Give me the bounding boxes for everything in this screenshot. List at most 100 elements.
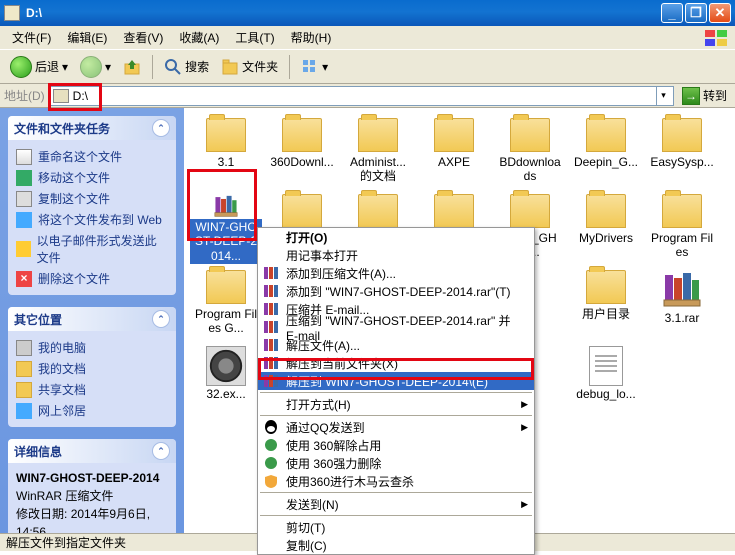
sidebar: 文件和文件夹任务 ⌃ 重命名这个文件 移动这个文件 复制这个文件 将这个文件发布… [0, 108, 184, 533]
task-move[interactable]: 移动这个文件 [16, 167, 168, 188]
back-button[interactable]: 后退 ▾ [6, 53, 72, 81]
panel-title: 其它位置 [14, 311, 62, 328]
folder-item[interactable]: AXPE [416, 116, 492, 190]
menu-360-trojan[interactable]: 使用360进行木马云查杀 [258, 472, 534, 490]
menu-360-force-delete[interactable]: 使用 360强力删除 [258, 454, 534, 472]
folder-item[interactable]: EasySysp... [644, 116, 720, 190]
file-item-selected-rar[interactable]: WIN7-GHOST-DEEP-2014... [188, 192, 264, 266]
views-icon [301, 58, 319, 76]
address-dropdown-icon[interactable]: ▾ [656, 87, 670, 105]
menu-qq-send[interactable]: 通过QQ发送到▶ [258, 418, 534, 436]
search-icon [164, 58, 182, 76]
network-icon [16, 403, 32, 419]
folder-up-icon [123, 58, 141, 76]
search-label: 搜索 [185, 58, 209, 75]
menu-extract-files[interactable]: 解压文件(A)... [258, 336, 534, 354]
360-shield-icon [262, 473, 280, 489]
rar-icon [262, 337, 280, 353]
menu-extract-here[interactable]: 解压到当前文件夹(X) [258, 354, 534, 372]
drive-icon [4, 5, 20, 21]
menu-file[interactable]: 文件(F) [4, 26, 59, 49]
task-rename[interactable]: 重命名这个文件 [16, 146, 168, 167]
menu-extract-to-named[interactable]: 解压到 WIN7-GHOST-DEEP-2014\(E) [258, 372, 534, 390]
delete-icon: × [16, 271, 32, 287]
rar-icon [262, 355, 280, 371]
address-bar: 地址(D) D:\ ▾ → 转到 [0, 84, 735, 108]
collapse-icon[interactable]: ⌃ [152, 310, 170, 328]
menu-copy[interactable]: 复制(C) [258, 536, 534, 554]
folder-item[interactable]: Program Files [644, 192, 720, 266]
menu-360-unlock[interactable]: 使用 360解除占用 [258, 436, 534, 454]
maximize-button[interactable]: ❐ [685, 3, 707, 23]
folder-icon [586, 270, 626, 304]
folders-button[interactable]: 文件夹 [217, 55, 282, 79]
text-file-icon [589, 346, 623, 386]
address-field[interactable]: D:\ ▾ [49, 86, 674, 106]
dropdown-caret-icon: ▾ [105, 60, 111, 74]
up-button[interactable] [119, 55, 145, 79]
toolbar: 后退 ▾ ▾ 搜索 文件夹 ▾ [0, 50, 735, 84]
folder-item[interactable]: Deepin_G... [568, 116, 644, 190]
go-button[interactable]: → 转到 [678, 87, 731, 105]
detail-filename: WIN7-GHOST-DEEP-2014 [16, 469, 168, 487]
details-panel: 详细信息 ⌃ WIN7-GHOST-DEEP-2014 WinRAR 压缩文件 … [8, 439, 176, 533]
close-button[interactable]: ✕ [709, 3, 731, 23]
go-label: 转到 [703, 87, 727, 104]
folder-item[interactable]: BDdownloads [492, 116, 568, 190]
folder-icon [662, 194, 702, 228]
windows-flag-icon [703, 28, 731, 48]
place-mycomputer[interactable]: 我的电脑 [16, 337, 168, 358]
folder-icon [586, 194, 626, 228]
minimize-button[interactable]: _ [661, 3, 683, 23]
file-item-exe[interactable]: 32.ex... [188, 344, 264, 418]
task-email[interactable]: 以电子邮件形式发送此文件 [16, 230, 168, 268]
collapse-icon[interactable]: ⌃ [152, 119, 170, 137]
folder-item[interactable]: 360Downl... [264, 116, 340, 190]
submenu-arrow-icon: ▶ [521, 399, 528, 410]
folder-icon [358, 118, 398, 152]
window-title: D:\ [26, 6, 661, 20]
folder-item[interactable]: Program Files G... [188, 268, 264, 342]
task-delete[interactable]: ×删除这个文件 [16, 268, 168, 289]
folder-icon [510, 194, 550, 228]
folder-item[interactable]: 3.1 [188, 116, 264, 190]
place-shared[interactable]: 共享文档 [16, 379, 168, 400]
menu-send-to[interactable]: 发送到(N)▶ [258, 495, 534, 513]
folder-item[interactable]: MyDrivers [568, 192, 644, 266]
menu-open[interactable]: 打开(O) [258, 228, 534, 246]
menu-edit[interactable]: 编辑(E) [59, 26, 115, 49]
menu-add-archive[interactable]: 添加到压缩文件(A)... [258, 264, 534, 282]
drive-icon [53, 89, 69, 103]
window-titlebar: D:\ _ ❐ ✕ [0, 0, 735, 26]
place-network[interactable]: 网上邻居 [16, 400, 168, 421]
detail-modified: 修改日期: 2014年9月6日, 14:56 [16, 505, 168, 533]
forward-button[interactable]: ▾ [76, 53, 115, 81]
menu-cut[interactable]: 剪切(T) [258, 518, 534, 536]
menu-open-with[interactable]: 打开方式(H)▶ [258, 395, 534, 413]
menu-add-to-named[interactable]: 添加到 "WIN7-GHOST-DEEP-2014.rar"(T) [258, 282, 534, 300]
views-button[interactable]: ▾ [297, 55, 332, 79]
menu-tools[interactable]: 工具(T) [227, 26, 282, 49]
folder-item[interactable]: Administ... 的文档 [340, 116, 416, 190]
folder-item[interactable]: 3.1.rar [644, 268, 720, 342]
back-icon [10, 56, 32, 78]
search-button[interactable]: 搜索 [160, 55, 213, 79]
qq-icon [262, 419, 280, 435]
menu-view[interactable]: 查看(V) [115, 26, 171, 49]
detail-filetype: WinRAR 压缩文件 [16, 487, 168, 505]
menu-help[interactable]: 帮助(H) [283, 26, 340, 49]
rename-icon [16, 149, 32, 165]
task-copy[interactable]: 复制这个文件 [16, 188, 168, 209]
task-publish[interactable]: 将这个文件发布到 Web [16, 209, 168, 230]
menu-open-notepad[interactable]: 用记事本打开 [258, 246, 534, 264]
collapse-icon[interactable]: ⌃ [152, 442, 170, 460]
file-item-text[interactable]: debug_lo... [568, 344, 644, 418]
rar-icon [262, 319, 280, 335]
menu-favorites[interactable]: 收藏(A) [171, 26, 227, 49]
other-places-panel: 其它位置 ⌃ 我的电脑 我的文档 共享文档 网上邻居 [8, 307, 176, 427]
menu-compress-named-email[interactable]: 压缩到 "WIN7-GHOST-DEEP-2014.rar" 并 E-mail [258, 318, 534, 336]
folder-item[interactable]: 用户目录 [568, 268, 644, 342]
submenu-arrow-icon: ▶ [521, 499, 528, 510]
place-mydocs[interactable]: 我的文档 [16, 358, 168, 379]
publish-icon [16, 212, 32, 228]
